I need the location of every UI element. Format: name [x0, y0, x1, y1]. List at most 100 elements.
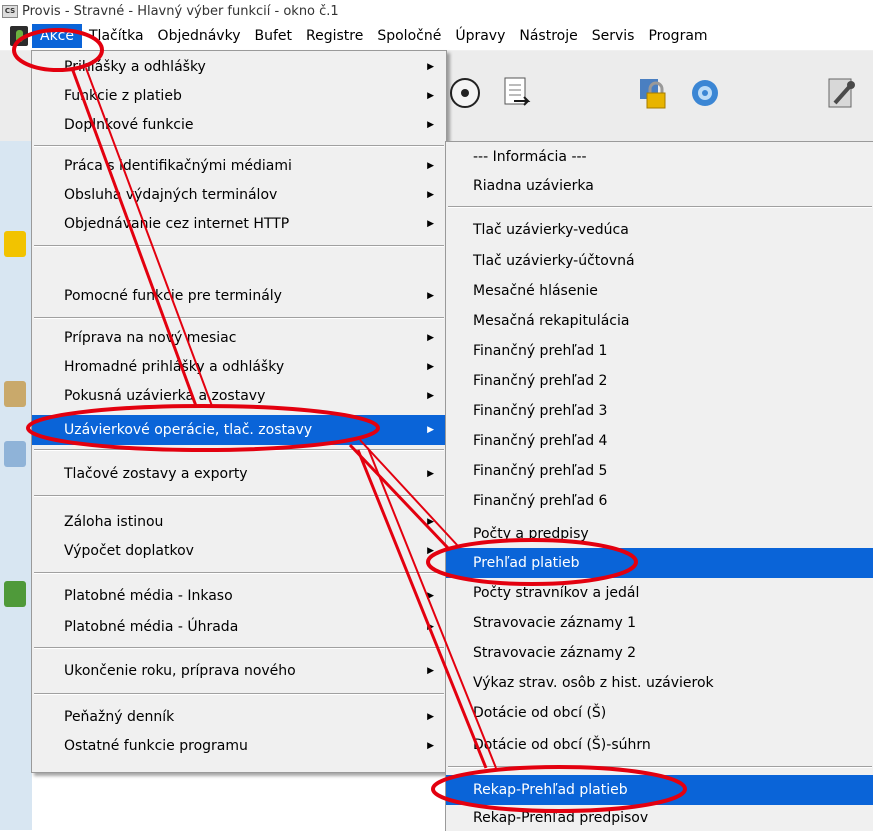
submenu-item-financny-prehlad-5[interactable]: Finančný prehľad 5 [446, 456, 873, 486]
menu-upravy[interactable]: Úpravy [448, 24, 512, 48]
menu-registre[interactable]: Registre [299, 24, 370, 48]
menu-tlacitka[interactable]: Tlačítka [82, 24, 151, 48]
menu-bar: Akce Tlačítka Objednávky Bufet Registre … [0, 22, 873, 51]
submenu-item-pocty-a-predpisy[interactable]: Počty a predpisy [446, 519, 873, 549]
submenu-item-rekap-prehlad-predpisov[interactable]: Rekap-Prehľad predpisov [446, 805, 873, 831]
menu-item-inkaso[interactable]: Platobné média - Inkaso ▶ [32, 582, 446, 611]
menu-separator [34, 572, 444, 574]
submenu-item-tlac-uctovna[interactable]: Tlač uzávierky-účtovná [446, 246, 873, 276]
submenu-item-financny-prehlad-6[interactable]: Finančný prehľad 6 [446, 486, 873, 516]
menu-objednavky[interactable]: Objednávky [151, 24, 248, 48]
menu-item-internet-http[interactable]: Objednávanie cez internet HTTP ▶ [32, 210, 446, 239]
menu-item-funkcie-z-platieb[interactable]: Funkcie z platieb ▶ [32, 82, 446, 111]
document-export-icon[interactable] [500, 75, 534, 111]
menu-item-label: Peňažný denník [64, 709, 175, 725]
menu-item-pomocne-funkcie[interactable]: Pomocné funkcie pre terminály ▶ [32, 282, 446, 311]
menu-item-penazny-dennik[interactable]: Peňažný denník ▶ [32, 703, 446, 732]
menu-item-label: Doplnkové funkcie [64, 117, 194, 133]
submenu-item-pocty-stravnikov[interactable]: Počty stravníkov a jedál [446, 578, 873, 608]
menu-item-vypocet-doplatkov[interactable]: Výpočet doplatkov ▶ [32, 537, 446, 566]
menu-separator [448, 206, 872, 208]
submenu-arrow-icon: ▶ [427, 62, 434, 72]
menu-item-label: Príprava na nový mesiac [64, 330, 237, 346]
menu-item-label: Hromadné prihlášky a odhlášky [64, 359, 285, 375]
submenu-arrow-icon: ▶ [427, 741, 434, 751]
title-bar: CS Provis - Stravné - Hlavný výber funkc… [0, 0, 873, 22]
submenu-arrow-icon: ▶ [427, 425, 434, 435]
submenu-arrow-icon: ▶ [427, 517, 434, 527]
submenu-item-mesacna-rekapitulacia[interactable]: Mesačná rekapitulácia [446, 306, 873, 336]
submenu-arrow-icon: ▶ [427, 190, 434, 200]
menu-akce[interactable]: Akce [32, 24, 82, 48]
submenu-arrow-icon: ▶ [427, 391, 434, 401]
submenu-arrow-icon: ▶ [427, 362, 434, 372]
menu-separator [34, 245, 444, 247]
menu-separator [34, 495, 444, 497]
system-menu-icon[interactable] [10, 26, 28, 46]
submenu-item-financny-prehlad-3[interactable]: Finančný prehľad 3 [446, 396, 873, 426]
submenu-arrow-icon: ▶ [427, 161, 434, 171]
menu-item-uzavierkove-operacie[interactable]: Uzávierkové operácie, tlač. zostavy ▶ [32, 415, 446, 445]
menu-program[interactable]: Program [641, 24, 714, 48]
menu-item-label: Výpočet doplatkov [64, 543, 194, 559]
submenu-arrow-icon: ▶ [427, 91, 434, 101]
menu-bufet[interactable]: Bufet [247, 24, 299, 48]
tools-icon[interactable] [825, 75, 859, 111]
gear-icon[interactable] [688, 75, 722, 111]
menu-item-label: Práca s identifikačnými médiami [64, 158, 292, 174]
submenu-item-informacia: --- Informácia --- [473, 149, 587, 165]
submenu-arrow-icon: ▶ [427, 469, 434, 479]
submenu-item-financny-prehlad-1[interactable]: Finančný prehľad 1 [446, 336, 873, 366]
menu-item-zaloha-istinou[interactable]: Záloha istinou ▶ [32, 508, 446, 537]
menu-item-vydajne-terminaly[interactable]: Obsluha výdajných terminálov ▶ [32, 181, 446, 210]
menu-spolocne[interactable]: Spoločné [370, 24, 448, 48]
menu-item-identifikacne-media[interactable]: Práca s identifikačnými médiami ▶ [32, 152, 446, 181]
menu-separator [34, 693, 444, 695]
menu-item-label: Záloha istinou [64, 514, 164, 530]
folder-icon [4, 381, 26, 407]
submenu-item-mesacne-hlasenie[interactable]: Mesačné hlásenie [446, 276, 873, 306]
menu-nastroje[interactable]: Nástroje [512, 24, 584, 48]
menu-item-prihlasky[interactable]: Prihlášky a odhlášky ▶ [32, 53, 446, 82]
submenu-item-rekap-prehlad-platieb[interactable]: Rekap-Prehľad platieb [446, 775, 873, 805]
menu-servis[interactable]: Servis [585, 24, 642, 48]
uzavierkove-submenu: --- Informácia --- Riadna uzávierka Tlač… [445, 141, 873, 831]
menu-item-label: Objednávanie cez internet HTTP [64, 216, 290, 232]
submenu-item-financny-prehlad-2[interactable]: Finančný prehľad 2 [446, 366, 873, 396]
submenu-item-prehlad-platieb[interactable]: Prehľad platieb [446, 548, 873, 578]
menu-item-label: Uzávierkové operácie, tlač. zostavy [64, 422, 313, 438]
submenu-arrow-icon: ▶ [427, 591, 434, 601]
menu-separator [34, 449, 444, 451]
menu-item-label: Platobné média - Úhrada [64, 619, 239, 635]
submenu-arrow-icon: ▶ [427, 622, 434, 632]
menu-item-doplnkove[interactable]: Doplnkové funkcie ▶ [32, 111, 446, 140]
menu-item-label: Platobné média - Inkaso [64, 588, 233, 604]
submenu-item-tlac-vaduca[interactable]: Tlač uzávierky-vedúca [446, 215, 873, 245]
submenu-item-dotacie-suhrn[interactable]: Dotácie od obcí (Š)-súhrn [446, 730, 873, 760]
window-title: Provis - Stravné - Hlavný výber funkcií … [22, 3, 339, 19]
menu-item-label: Funkcie z platieb [64, 88, 182, 104]
menu-separator [448, 766, 872, 768]
submenu-arrow-icon: ▶ [427, 120, 434, 130]
submenu-item-vykaz-strav-osob[interactable]: Výkaz strav. osôb z hist. uzávierok [446, 668, 873, 698]
submenu-item-stravovacie-zaznamy-2[interactable]: Stravovacie záznamy 2 [446, 638, 873, 668]
akce-menu: Prihlášky a odhlášky ▶ Funkcie z platieb ▶… [31, 50, 447, 773]
submenu-item-stravovacie-zaznamy-1[interactable]: Stravovacie záznamy 1 [446, 608, 873, 638]
menu-item-hromadne-prihlasky[interactable]: Hromadné prihlášky a odhlášky ▶ [32, 353, 446, 382]
menu-item-pokusna-uzavierka[interactable]: Pokusná uzávierka a zostavy ▶ [32, 382, 446, 411]
submenu-item-dotacie-od-obci[interactable]: Dotácie od obcí (Š) [446, 698, 873, 728]
menu-separator [34, 317, 444, 319]
lock-icon[interactable] [636, 75, 670, 111]
menu-item-ukoncenie-roku[interactable]: Ukončenie roku, príprava nového ▶ [32, 657, 446, 686]
menu-item-ostatne-funkcie[interactable]: Ostatné funkcie programu ▶ [32, 732, 446, 761]
menu-item-label: Pomocné funkcie pre terminály [64, 288, 282, 304]
disc-icon[interactable] [448, 75, 482, 111]
terminal-icon [4, 441, 26, 467]
menu-item-label: Pokusná uzávierka a zostavy [64, 388, 266, 404]
menu-item-tlacove-zostavy[interactable]: Tlačové zostavy a exporty ▶ [32, 460, 446, 489]
menu-item-novy-mesiac[interactable]: Príprava na nový mesiac ▶ [32, 324, 446, 353]
submenu-arrow-icon: ▶ [427, 712, 434, 722]
submenu-item-financny-prehlad-4[interactable]: Finančný prehľad 4 [446, 426, 873, 456]
menu-item-uhrada[interactable]: Platobné média - Úhrada ▶ [32, 613, 446, 642]
submenu-item-riadna-uzavierka[interactable]: Riadna uzávierka [446, 171, 873, 201]
